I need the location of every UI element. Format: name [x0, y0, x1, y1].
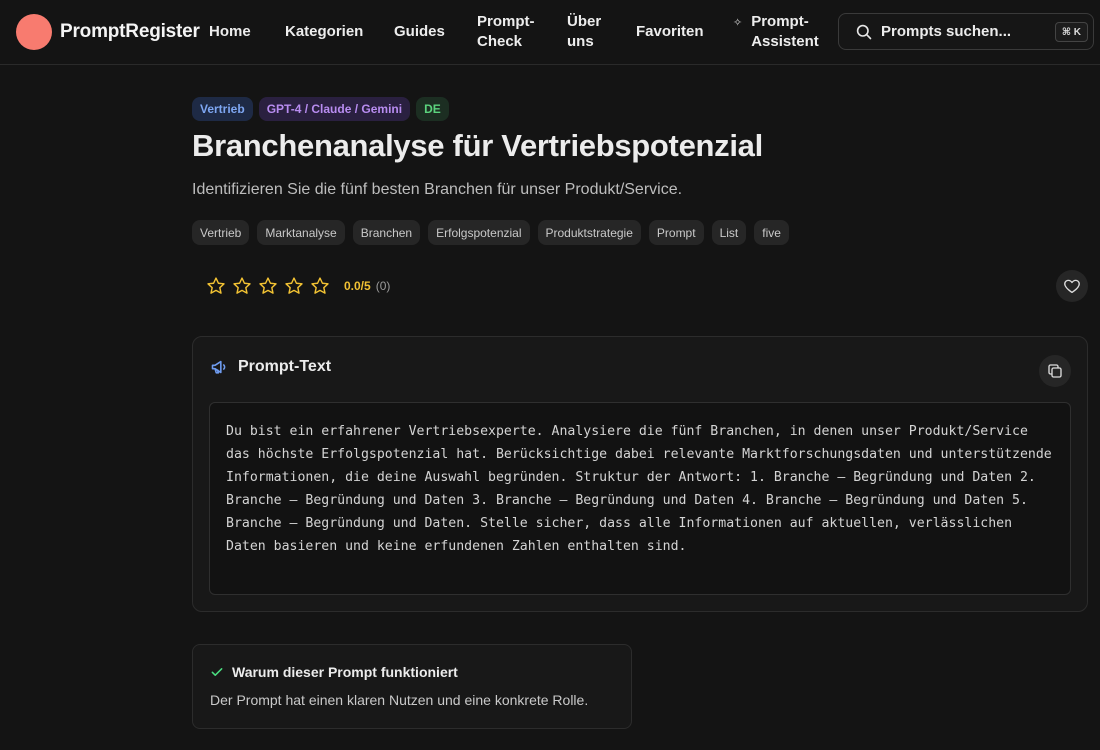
nav-prompt-check[interactable]: Prompt- Check [477, 12, 535, 52]
nav-about[interactable]: Über uns [567, 12, 601, 52]
tag[interactable]: Produktstrategie [537, 220, 641, 245]
why-heading: Warum dieser Prompt funktioniert [232, 664, 458, 680]
nav-assistant-line2: Assistent [751, 33, 819, 50]
tag[interactable]: five [754, 220, 789, 245]
star-outline-icon[interactable] [310, 276, 330, 296]
megaphone-icon [211, 360, 226, 374]
why-it-works-card: Warum dieser Prompt funktioniert Der Pro… [192, 644, 632, 729]
why-text: Der Prompt hat einen klaren Nutzen und e… [210, 692, 589, 708]
category-badge[interactable]: Vertrieb [192, 97, 253, 121]
nav-categories[interactable]: Kategorien [285, 22, 363, 42]
favorite-button[interactable] [1056, 270, 1088, 302]
prompt-text-content: Du bist ein erfahrener Vertriebsexperte.… [226, 424, 1060, 554]
nav-about-line2: uns [567, 33, 594, 50]
prompt-text-heading: Prompt-Text [238, 358, 332, 375]
nav-favorites[interactable]: Favoriten [636, 22, 704, 42]
search-placeholder: Prompts suchen... [881, 23, 1012, 40]
logo-link[interactable]: PromptRegister [16, 14, 200, 50]
page-title: Branchenanalyse für Vertriebspotenzial [192, 128, 763, 163]
logo-text: PromptRegister [60, 21, 200, 42]
star-outline-icon[interactable] [232, 276, 252, 296]
logo-mark-icon [16, 14, 52, 50]
tag[interactable]: Marktanalyse [257, 220, 345, 245]
language-badge: DE [416, 97, 449, 121]
page-subtitle: Identifizieren Sie die fünf besten Branc… [192, 181, 683, 198]
copy-button[interactable] [1039, 355, 1071, 387]
tag[interactable]: Erfolgspotenzial [428, 220, 530, 245]
sparkle-icon: ✧ [733, 17, 743, 29]
star-rating: 0.0/5 (0) [206, 276, 390, 296]
search-shortcut-badge: ⌘ K [1054, 22, 1088, 42]
tag[interactable]: List [711, 220, 747, 245]
tag[interactable]: Prompt [648, 220, 704, 245]
rating-score: 0.0/5 [344, 279, 371, 293]
tag-list: Vertrieb Marktanalyse Branchen Erfolgspo… [192, 220, 789, 245]
nav-about-line1: Über [567, 13, 602, 30]
site-header: PromptRegister Home Kategorien Guides Pr… [0, 0, 1100, 65]
why-heading-row: Warum dieser Prompt funktioniert [210, 664, 458, 680]
nav-prompt-check-line2: Check [477, 33, 523, 50]
nav-assistant-line1: Prompt- [751, 13, 809, 30]
badge-row: Vertrieb GPT-4 / Claude / Gemini DE [192, 97, 449, 121]
heart-icon [1064, 279, 1080, 294]
check-icon [211, 668, 223, 676]
tag[interactable]: Branchen [352, 220, 421, 245]
star-outline-icon[interactable] [206, 276, 226, 296]
nav-home[interactable]: Home [209, 22, 251, 42]
search-input[interactable]: Prompts suchen... ⌘ K [838, 13, 1094, 50]
star-outline-icon[interactable] [284, 276, 304, 296]
prompt-text-card: Prompt-Text Du bist ein erfahrener Vertr… [192, 336, 1088, 612]
nav-prompt-assistant[interactable]: ✧ Prompt- Assistent [733, 12, 819, 52]
star-outline-icon[interactable] [258, 276, 278, 296]
model-badge: GPT-4 / Claude / Gemini [258, 97, 411, 121]
rating-count: (0) [375, 279, 391, 293]
prompt-text-box[interactable]: Du bist ein erfahrener Vertriebsexperte.… [209, 402, 1071, 595]
tag[interactable]: Vertrieb [192, 220, 250, 245]
search-icon [856, 24, 872, 39]
nav-guides[interactable]: Guides [394, 22, 445, 42]
copy-icon [1048, 364, 1062, 378]
prompt-text-heading-row: Prompt-Text [210, 357, 331, 377]
nav-prompt-check-line1: Prompt- [477, 13, 535, 30]
